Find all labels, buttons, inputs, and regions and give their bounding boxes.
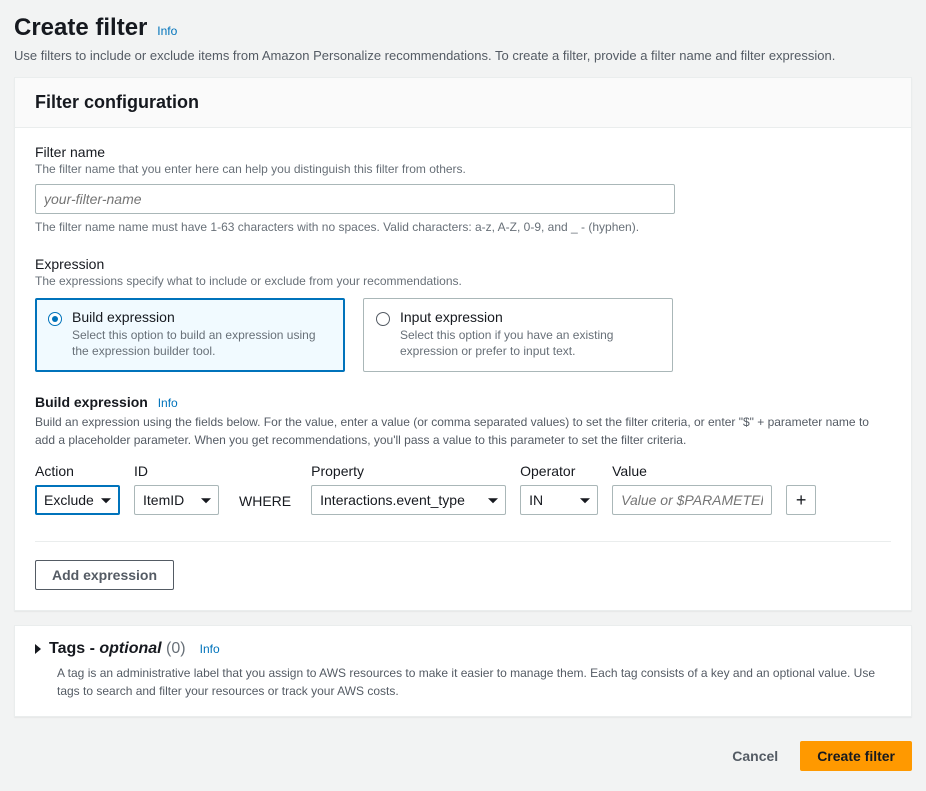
radio-build-expression[interactable] <box>48 312 62 326</box>
tile-build-title: Build expression <box>72 309 332 325</box>
tags-optional: optional <box>99 640 161 657</box>
page-header: Create filter Info Use filters to includ… <box>14 14 912 63</box>
tile-input-desc: Select this option if you have an existi… <box>400 327 660 359</box>
cancel-button[interactable]: Cancel <box>720 742 790 770</box>
page-title-info-link[interactable]: Info <box>157 24 177 38</box>
action-select[interactable]: Exclude <box>35 485 120 515</box>
expression-label: Expression <box>35 256 891 272</box>
filter-name-hint: The filter name name must have 1-63 char… <box>35 220 891 234</box>
add-condition-button[interactable]: + <box>786 485 816 515</box>
tags-desc: A tag is an administrative label that yo… <box>15 664 911 716</box>
chevron-down-icon <box>201 498 211 503</box>
add-expression-button[interactable]: Add expression <box>35 560 174 590</box>
build-expression-section: Build expression Info Build an expressio… <box>35 394 891 590</box>
id-select[interactable]: ItemID <box>134 485 219 515</box>
tile-input-title: Input expression <box>400 309 660 325</box>
expression-section: Expression The expressions specify what … <box>35 256 891 372</box>
operator-value: IN <box>529 492 543 508</box>
filter-name-desc: The filter name that you enter here can … <box>35 162 891 176</box>
property-value: Interactions.event_type <box>320 492 465 508</box>
filter-config-header: Filter configuration <box>15 78 911 128</box>
tile-input-expression[interactable]: Input expression Select this option if y… <box>363 298 673 372</box>
action-value: Exclude <box>44 492 94 508</box>
page-title: Create filter <box>14 14 147 42</box>
tile-build-desc: Select this option to build an expressio… <box>72 327 332 359</box>
create-filter-button[interactable]: Create filter <box>800 741 912 771</box>
filter-name-label: Filter name <box>35 144 891 160</box>
build-expression-title: Build expression <box>35 394 148 410</box>
tags-count: (0) <box>166 640 186 657</box>
tile-build-expression[interactable]: Build expression Select this option to b… <box>35 298 345 372</box>
page-subtitle: Use filters to include or exclude items … <box>14 48 912 63</box>
filter-name-input[interactable] <box>35 184 675 214</box>
value-label: Value <box>612 463 772 479</box>
operator-label: Operator <box>520 463 598 479</box>
tags-info-link[interactable]: Info <box>200 642 220 656</box>
radio-input-expression[interactable] <box>376 312 390 326</box>
build-expression-desc: Build an expression using the fields bel… <box>35 414 891 449</box>
chevron-down-icon <box>488 498 498 503</box>
expand-tags-icon[interactable] <box>35 644 41 654</box>
id-label: ID <box>134 463 219 479</box>
value-input[interactable] <box>612 485 772 515</box>
tags-panel: Tags - optional (0) Info A tag is an adm… <box>14 625 912 717</box>
footer-actions: Cancel Create filter <box>14 741 912 771</box>
build-expression-info-link[interactable]: Info <box>158 396 178 410</box>
id-value: ItemID <box>143 492 184 508</box>
plus-icon: + <box>796 490 807 511</box>
where-keyword: WHERE <box>233 493 297 515</box>
property-select[interactable]: Interactions.event_type <box>311 485 506 515</box>
filter-config-panel: Filter configuration Filter name The fil… <box>14 77 912 611</box>
chevron-down-icon <box>101 498 111 503</box>
filter-name-field: Filter name The filter name that you ent… <box>35 144 891 234</box>
property-label: Property <box>311 463 506 479</box>
divider <box>35 541 891 542</box>
tags-title-prefix: Tags - <box>49 640 99 657</box>
action-label: Action <box>35 463 120 479</box>
operator-select[interactable]: IN <box>520 485 598 515</box>
expression-desc: The expressions specify what to include … <box>35 274 891 288</box>
chevron-down-icon <box>580 498 590 503</box>
